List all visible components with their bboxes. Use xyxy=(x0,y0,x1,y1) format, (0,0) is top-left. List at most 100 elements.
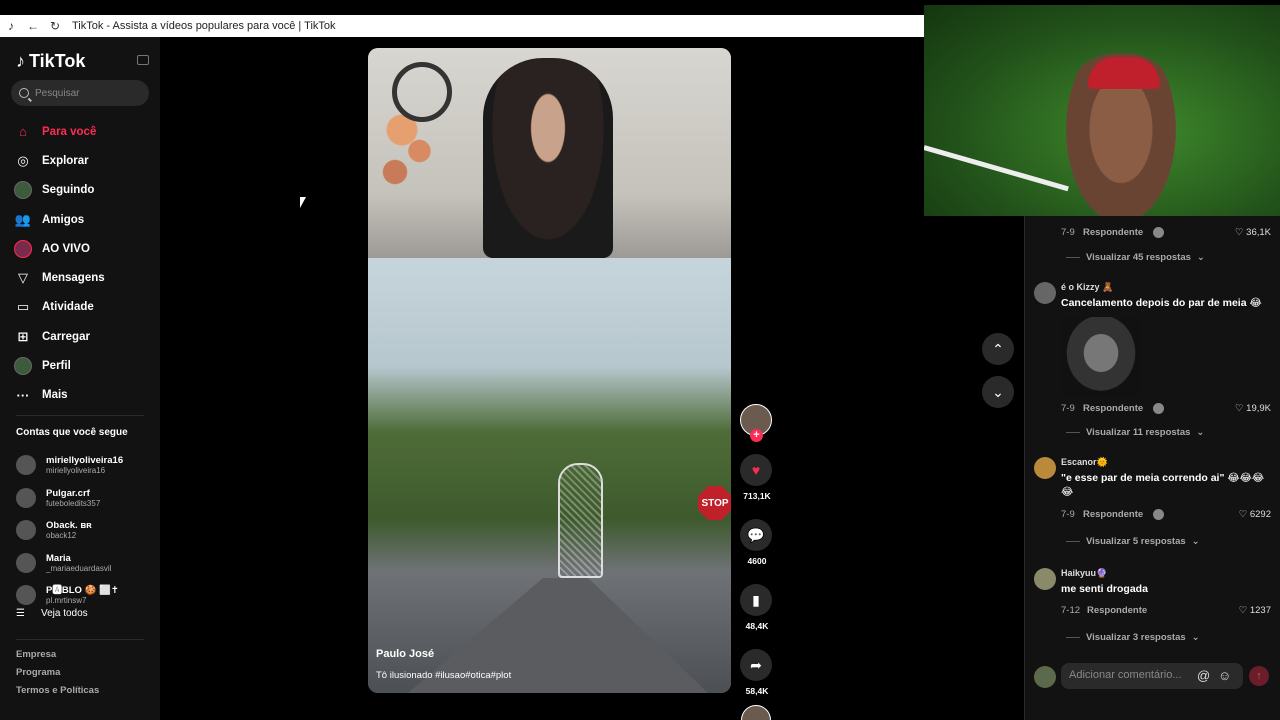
creator-avatar[interactable]: + xyxy=(740,404,772,442)
view-replies[interactable]: Visualizar 5 respostas ⌄ xyxy=(1066,536,1200,547)
search-input[interactable]: Pesquisar xyxy=(11,80,149,106)
follow-plus-icon[interactable]: + xyxy=(750,429,763,442)
comment-user[interactable]: Escanor🌞 xyxy=(1061,457,1108,468)
like-count: 713,1K xyxy=(743,491,771,501)
avatar[interactable] xyxy=(1034,568,1056,590)
comment-user[interactable]: Haikyuu🔮 xyxy=(1061,568,1107,579)
following-list: miriellyoliveira16 miriellyoliveira16 Pul… xyxy=(16,449,123,612)
account-handle: _mariaeduardasvil xyxy=(46,563,112,573)
comment-likes[interactable]: ♡ 1237 xyxy=(1239,605,1271,616)
mention-icon[interactable]: @ xyxy=(1197,668,1210,683)
like-action[interactable]: ♥ 713,1K xyxy=(740,454,774,501)
nav-carregar[interactable]: ⊞ Carregar xyxy=(14,322,154,351)
nav-mensagens[interactable]: ▽ Mensagens xyxy=(14,263,154,292)
bookmark-icon[interactable]: ▮ xyxy=(740,584,772,616)
comment-likes[interactable]: ♡ 19,9K xyxy=(1235,403,1271,414)
creator-liked-avatar xyxy=(1153,509,1165,520)
nav-label: Mensagens xyxy=(42,272,105,285)
footer-link-empresa[interactable]: Empresa xyxy=(16,649,99,667)
following-account[interactable]: Pulgar.crf futeboledits357 xyxy=(16,482,123,515)
following-account[interactable]: miriellyoliveira16 miriellyoliveira16 xyxy=(16,449,123,482)
nav-label: Atividade xyxy=(42,301,94,314)
view-replies[interactable]: Visualizar 11 respostas ⌄ xyxy=(1066,427,1204,438)
chevron-down-icon: ⌄ xyxy=(1196,252,1205,263)
tiktok-logo[interactable]: ♪ TikTok xyxy=(16,51,85,72)
nav-mais[interactable]: ··· Mais xyxy=(14,381,154,410)
footer-link-termos[interactable]: Termos e Políticas xyxy=(16,685,99,703)
comment-input[interactable]: Adicionar comentário... xyxy=(1061,663,1243,689)
save-action[interactable]: ▮ 48,4K xyxy=(740,584,774,631)
collapse-sidebar-icon[interactable] xyxy=(137,55,149,65)
list-icon: ☰ xyxy=(16,608,25,619)
reply-button[interactable]: Respondente xyxy=(1083,403,1143,414)
account-name: Pulgar.crf xyxy=(46,487,90,499)
browser-tab-bar: ♪ ← ↻ TikTok - Assista a vídeos populare… xyxy=(0,15,924,37)
nav-label: Para você xyxy=(42,125,97,138)
divider xyxy=(16,415,144,416)
nav-label: Carregar xyxy=(42,330,90,343)
home-icon: ⌂ xyxy=(19,124,27,140)
comment-user[interactable]: é o Kizzy 🧸 xyxy=(1061,282,1113,293)
nav-para-voce[interactable]: ⌂ Para você xyxy=(14,117,154,146)
nav-ao-vivo[interactable]: AO VIVO xyxy=(14,234,154,263)
comment-image[interactable] xyxy=(1061,317,1141,397)
video-player[interactable]: STOP Paulo José Tô ilusionado #ilusao#ot… xyxy=(368,48,731,693)
nav-amigos[interactable]: 👥 Amigos xyxy=(14,205,154,234)
heart-icon[interactable]: ♥ xyxy=(740,454,772,486)
back-arrow-icon[interactable]: ← xyxy=(22,19,44,33)
chevron-down-icon: ⌄ xyxy=(1196,427,1205,438)
view-replies[interactable]: Visualizar 3 respostas ⌄ xyxy=(1066,632,1200,643)
comment-icon[interactable]: 💬 xyxy=(740,519,772,551)
see-all-link[interactable]: ☰ Veja todos xyxy=(16,608,88,619)
ring-light xyxy=(392,62,452,122)
view-replies[interactable]: Visualizar 45 respostas ⌄ xyxy=(1066,252,1205,263)
comment-placeholder: Adicionar comentário... xyxy=(1069,669,1182,681)
nav-explorar[interactable]: ◎ Explorar xyxy=(14,146,154,175)
avatar[interactable] xyxy=(1034,282,1056,304)
following-account[interactable]: P🅰BLO 🍪 ⬜✝ pl.mrtinsw7 xyxy=(16,579,123,612)
view-replies-label: Visualizar 45 respostas xyxy=(1086,252,1191,263)
tiktok-note-icon: ♪ xyxy=(16,51,25,71)
comment-meta: 7-12 Respondente ♡ 1237 xyxy=(1061,605,1271,616)
video-author[interactable]: Paulo José xyxy=(376,648,434,660)
webcam-overlay xyxy=(924,5,1280,216)
reply-button[interactable]: Respondente xyxy=(1083,227,1143,238)
reload-icon[interactable]: ↻ xyxy=(44,19,66,33)
page-title: TikTok - Assista a vídeos populares para… xyxy=(72,20,336,32)
avatar[interactable] xyxy=(1034,457,1056,479)
main-nav: ⌂ Para você ◎ Explorar Seguindo 👥 Amigos… xyxy=(14,117,154,410)
comment-action[interactable]: 💬 4600 xyxy=(740,519,774,566)
emoji-icon[interactable]: ☺ xyxy=(1218,668,1231,683)
comment-text: Cancelamento depois do par de meia 😂 xyxy=(1061,297,1262,309)
comment-date: 7-9 xyxy=(1061,227,1075,238)
footer-links: Empresa Programa Termos e Políticas xyxy=(16,649,99,703)
send-comment-button[interactable]: ↑ xyxy=(1249,666,1269,686)
sound-avatar[interactable] xyxy=(741,705,771,720)
comment-meta: 7-9 Respondente ♡ 6292 xyxy=(1061,509,1271,520)
following-avatar-icon xyxy=(14,181,32,200)
nav-atividade[interactable]: ▭ Atividade xyxy=(14,293,154,322)
reply-button[interactable]: Respondente xyxy=(1083,509,1143,520)
chevron-down-icon: ⌄ xyxy=(992,383,1004,400)
footer-link-programa[interactable]: Programa xyxy=(16,667,99,685)
save-count: 48,4K xyxy=(745,621,769,631)
following-heading: Contas que você segue xyxy=(16,427,128,438)
share-icon[interactable]: ➦ xyxy=(740,649,772,681)
account-handle: miriellyoliveira16 xyxy=(46,466,106,476)
share-action[interactable]: ➦ 58,4K xyxy=(740,649,774,696)
search-icon xyxy=(19,88,29,98)
comment-likes[interactable]: ♡ 6292 xyxy=(1239,509,1271,520)
nav-seguindo[interactable]: Seguindo xyxy=(14,176,154,205)
chevron-up-icon: ⌃ xyxy=(992,340,1004,357)
following-account[interactable]: Oback. ʙʀ oback12 xyxy=(16,514,123,547)
next-video-button[interactable]: ⌄ xyxy=(982,376,1014,408)
reply-button[interactable]: Respondente xyxy=(1087,605,1147,616)
nav-label: Seguindo xyxy=(42,184,95,197)
following-account[interactable]: Maria _mariaeduardasvil xyxy=(16,547,123,580)
view-replies-label: Visualizar 5 respostas xyxy=(1086,536,1186,547)
chevron-down-icon: ⌄ xyxy=(1191,632,1200,643)
account-name: miriellyoliveira16 xyxy=(46,455,124,467)
previous-video-button[interactable]: ⌃ xyxy=(982,333,1014,365)
comment-likes[interactable]: ♡ 36,1K xyxy=(1235,227,1271,238)
nav-perfil[interactable]: Perfil xyxy=(14,351,154,380)
